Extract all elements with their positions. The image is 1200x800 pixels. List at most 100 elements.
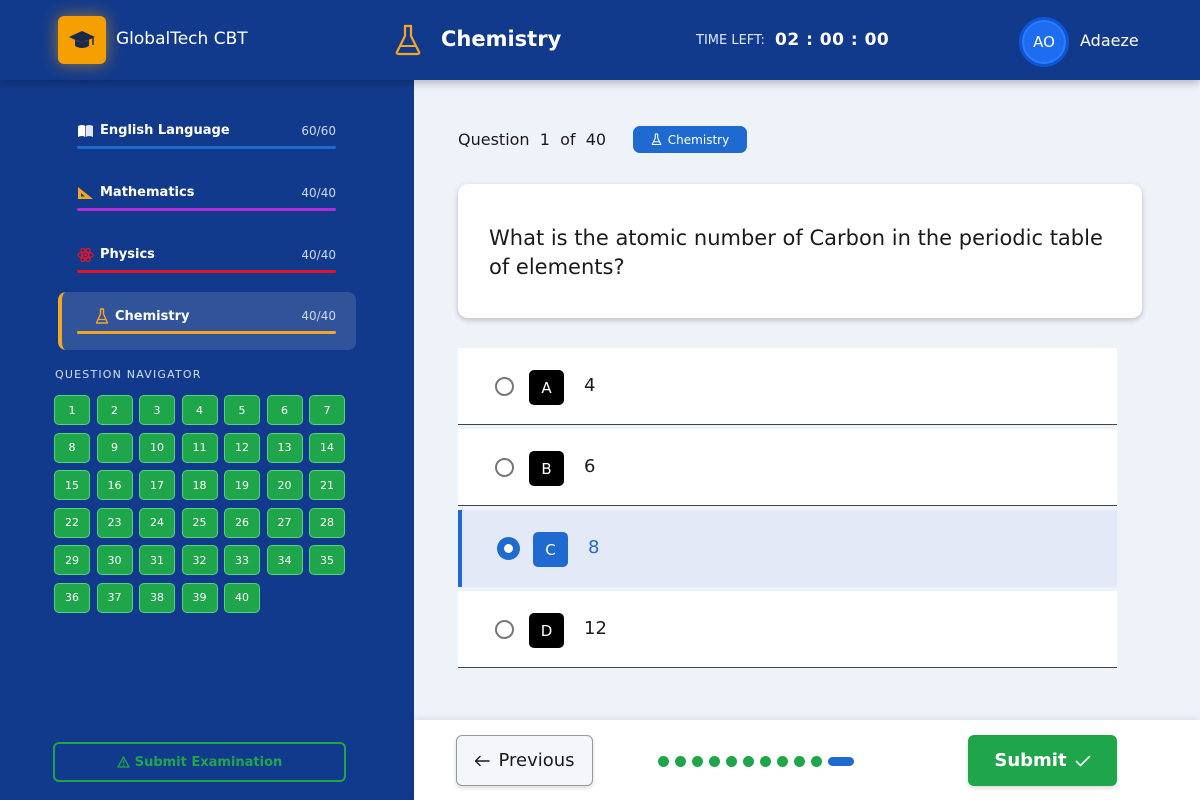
subject-count: 40/40 — [301, 309, 336, 323]
option-text: 6 — [584, 456, 596, 477]
option-letter: A — [529, 370, 564, 405]
subject-progress-bar — [77, 208, 336, 211]
question-text: What is the atomic number of Carbon in t… — [489, 226, 1103, 279]
question-current: 1 — [539, 130, 550, 149]
graduation-cap-icon — [58, 16, 106, 64]
footer: Previous Submit — [414, 720, 1200, 800]
sidebar: English Language 60/60 Mathematics 40/40… — [0, 80, 414, 800]
subject-progress-bar — [77, 270, 336, 273]
option-radio[interactable] — [495, 620, 514, 639]
progress-dot — [726, 756, 737, 767]
question-navigator-button[interactable]: 8 — [54, 432, 90, 463]
question-navigator-button[interactable]: 14 — [309, 432, 345, 463]
question-navigator-button[interactable]: 19 — [224, 470, 260, 500]
question-navigator-button[interactable]: 29 — [54, 545, 90, 575]
subject-count: 40/40 — [301, 248, 336, 262]
arrow-left-icon — [475, 755, 491, 766]
submit-examination-label: Submit Examination — [134, 754, 283, 770]
question-navigator-title: QUESTION NAVIGATOR — [55, 368, 202, 381]
question-navigator-button[interactable]: 27 — [266, 507, 303, 538]
sidebar-item-mathematics[interactable]: Mathematics 40/40 — [58, 169, 356, 227]
subject-progress-bar — [77, 146, 336, 149]
progress-dot — [709, 756, 720, 767]
question-navigator-button[interactable]: 35 — [309, 545, 345, 575]
question-navigator-button[interactable]: 32 — [181, 545, 218, 575]
progress-dot — [692, 756, 703, 767]
option-radio[interactable] — [495, 458, 514, 477]
sidebar-item-chemistry[interactable]: Chemistry 40/40 — [58, 292, 356, 350]
question-navigator-button[interactable]: 2 — [96, 395, 133, 425]
question-navigator-button[interactable]: 5 — [224, 395, 260, 425]
option-radio-selected[interactable] — [497, 537, 520, 560]
sidebar-item-physics[interactable]: Physics 40/40 — [58, 231, 356, 289]
question-navigator-button[interactable]: 1 — [54, 395, 90, 425]
progress-dot — [743, 756, 754, 767]
question-navigator-button[interactable]: 34 — [266, 545, 303, 575]
option-b[interactable]: B 6 — [458, 429, 1117, 506]
question-navigator-button[interactable]: 25 — [181, 507, 218, 538]
subject-count: 40/40 — [301, 186, 336, 200]
question-navigator-button[interactable]: 6 — [266, 395, 303, 425]
subject-badge: Chemistry — [633, 126, 747, 153]
question-navigator-button[interactable]: 20 — [266, 470, 303, 500]
ruler-icon — [78, 186, 93, 199]
option-text: 4 — [584, 375, 596, 396]
question-navigator-button[interactable]: 22 — [54, 507, 90, 538]
progress-dot — [658, 756, 669, 767]
question-card: What is the atomic number of Carbon in t… — [458, 184, 1142, 318]
question-navigator-button[interactable]: 18 — [181, 470, 218, 500]
question-navigator-button[interactable]: 26 — [224, 507, 260, 538]
question-navigator-button[interactable]: 28 — [309, 507, 345, 538]
subject-label-wrap: Chemistry — [95, 308, 189, 325]
question-navigator-button[interactable]: 36 — [54, 582, 90, 613]
sidebar-item-english[interactable]: English Language 60/60 — [58, 107, 356, 165]
subject-progress-bar — [77, 331, 336, 334]
subject-label: Physics — [100, 247, 155, 262]
option-letter: C — [533, 532, 568, 567]
question-navigator-button[interactable]: 24 — [139, 507, 175, 538]
question-navigator-button[interactable]: 11 — [181, 432, 218, 463]
question-navigator-button[interactable]: 12 — [224, 432, 260, 463]
question-navigator-button[interactable]: 37 — [96, 582, 133, 613]
user-name: Adaeze — [1080, 31, 1139, 50]
option-letter: B — [529, 451, 564, 486]
question-navigator-button[interactable]: 40 — [224, 582, 260, 613]
previous-button[interactable]: Previous — [456, 735, 593, 786]
question-navigator-button[interactable]: 16 — [96, 470, 133, 500]
submit-button[interactable]: Submit — [968, 735, 1117, 786]
question-navigator-button[interactable]: 23 — [96, 507, 133, 538]
submit-examination-button[interactable]: Submit Examination — [53, 742, 346, 782]
question-navigator-button[interactable]: 17 — [139, 470, 175, 500]
option-a[interactable]: A 4 — [458, 348, 1117, 425]
progress-dot — [675, 756, 686, 767]
avatar[interactable]: AO — [1019, 17, 1069, 67]
option-radio[interactable] — [495, 377, 514, 396]
option-c[interactable]: C 8 — [458, 510, 1117, 587]
book-icon — [78, 124, 93, 137]
question-of: of — [560, 130, 576, 149]
question-navigator-button[interactable]: 10 — [139, 432, 175, 463]
subject-label: Chemistry — [115, 309, 190, 324]
question-navigator-button[interactable]: 39 — [181, 582, 218, 613]
current-subject-title: Chemistry — [441, 27, 562, 51]
subject-label-wrap: English Language — [77, 123, 230, 138]
question-navigator-button[interactable]: 31 — [139, 545, 175, 575]
option-d[interactable]: D 12 — [458, 591, 1117, 668]
question-navigator-button[interactable]: 7 — [309, 395, 345, 425]
option-letter: D — [529, 613, 564, 648]
flask-icon — [395, 24, 421, 56]
question-navigator-button[interactable]: 4 — [181, 395, 218, 425]
question-navigator-button[interactable]: 15 — [54, 470, 90, 500]
question-navigator-button[interactable]: 30 — [96, 545, 133, 575]
question-navigator-button[interactable]: 21 — [309, 470, 345, 500]
question-navigator-button[interactable]: 13 — [266, 432, 303, 463]
question-navigator-button[interactable]: 38 — [139, 582, 175, 613]
question-navigator-button[interactable]: 9 — [96, 432, 133, 463]
progress-dots — [658, 756, 854, 767]
question-navigator-button[interactable]: 3 — [139, 395, 175, 425]
question-total: 40 — [585, 130, 607, 149]
question-navigator-button[interactable]: 33 — [224, 545, 260, 575]
question-word: Question — [458, 130, 530, 149]
atom-icon — [77, 247, 94, 262]
subject-label: English Language — [100, 123, 230, 138]
